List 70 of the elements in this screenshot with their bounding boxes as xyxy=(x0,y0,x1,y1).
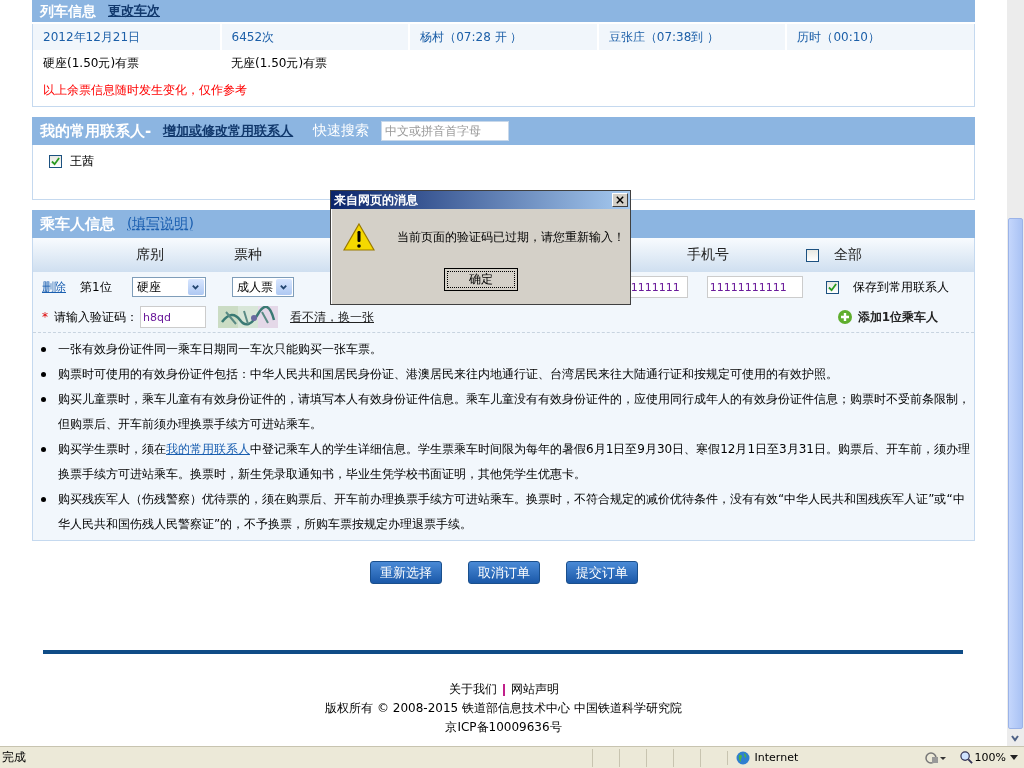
edit-contacts-link[interactable]: 增加或修改常用联系人 xyxy=(163,122,294,140)
seat-select[interactable]: 硬座 xyxy=(131,277,206,297)
warning-icon xyxy=(343,222,375,252)
action-button[interactable]: 提交订单 xyxy=(565,561,638,584)
dialog-title: 来自网页的消息 xyxy=(334,191,418,209)
checkbox[interactable] xyxy=(49,155,62,168)
plus-icon xyxy=(837,310,852,324)
section-title: 列车信息 xyxy=(40,2,96,20)
caret-icon xyxy=(187,279,204,295)
close-icon xyxy=(616,196,624,204)
section-title: 我的常用联系人- xyxy=(40,121,152,141)
change-train-link[interactable]: 更改车次 xyxy=(108,2,160,20)
save-contact-label: 保存到常用联系人 xyxy=(852,278,949,296)
refresh-captcha-link[interactable]: 看不清，换一张 xyxy=(290,308,374,326)
delete-link[interactable]: 删除 xyxy=(42,278,66,296)
copyright-text: 版权所有 © 2008-2015 铁道部信息技术中心 中国铁道科学研究院 xyxy=(325,700,682,717)
footer-link[interactable]: 网站声明 xyxy=(510,680,559,699)
scroll-down-icon[interactable] xyxy=(1010,733,1020,743)
rule-text: 购票时可使用的有效身份证件包括：中华人民共和国居民身份证、港澳居民来往内地通行证、台湾居民来往大陆通行证和按规定可使用的有效护照。 xyxy=(58,366,839,383)
rule-text: 购买儿童票时，乘车儿童有有效身份证件的，请填写本人有效身份证件信息。乘车儿童没有有效身份证件的，应使用同行成年人的有效身份证件信息；购票时不受前条限制，但购票后、开车前须办理换票手续方可进站乘车。 xyxy=(58,391,971,433)
action-button[interactable]: 重新选择 xyxy=(369,561,442,584)
action-button[interactable]: 取消订单 xyxy=(467,561,540,584)
checkbox[interactable] xyxy=(825,280,839,294)
captcha-field[interactable]: h8qd xyxy=(140,306,206,328)
rule-text: 一张有效身份证件同一乘车日期同一车次只能购买一张车票。 xyxy=(58,341,383,358)
rule-text: 购买学生票时，须在我的常用联系人中登记乘车人的学生详细信息。学生票乘车时间限为每年的暑假6月1日至9月30日、寒假12月1日至3月31日。购票后、开车前，须办理换票手续方可进站乘车。换票时，新生凭录取通知书，毕业生凭学校书面证明，其他凭学生优惠卡。 xyxy=(58,441,971,483)
status-text: 完成 xyxy=(1,749,26,766)
globe-icon xyxy=(735,750,750,765)
train-info-cell: 2012年12月21日 xyxy=(33,24,220,50)
bullet-icon xyxy=(41,397,46,402)
seat-availability: 无座(1.50元)有票 xyxy=(230,55,329,72)
passenger-position: 第1位 xyxy=(80,278,112,296)
zoom-control[interactable]: 100% xyxy=(959,751,1006,764)
bullet-icon xyxy=(41,447,46,452)
zone-text: Internet xyxy=(754,751,799,764)
magnifier-icon xyxy=(959,751,973,764)
phone-field[interactable]: 11111111111 xyxy=(706,276,803,298)
caret-icon xyxy=(275,279,292,295)
dropdown-icon[interactable] xyxy=(1010,755,1018,760)
bullet-icon xyxy=(41,497,46,502)
bullet-icon xyxy=(41,372,46,377)
train-info-cell: 杨村（07:28 开 ） xyxy=(410,24,597,50)
search-label: 快速搜索 xyxy=(313,122,370,140)
contacts-link[interactable]: 我的常用联系人 xyxy=(166,442,250,456)
ticket-type-select[interactable]: 成人票 xyxy=(231,277,294,297)
required-mark: * xyxy=(42,310,48,324)
column-header: 手机号 xyxy=(687,246,729,264)
footer-link[interactable]: 关于我们 xyxy=(448,680,497,699)
select-all-label: 全部 xyxy=(834,246,862,264)
scroll-thumb[interactable] xyxy=(1008,218,1023,729)
column-header: 席别 xyxy=(136,246,164,264)
contact-name: 王茜 xyxy=(70,153,94,170)
captcha-label: 请输入验证码： xyxy=(54,308,138,326)
ok-button[interactable]: 确定 xyxy=(443,268,518,291)
train-info-cell: 豆张庄（07:38到 ） xyxy=(598,24,786,50)
section-title: 乘车人信息 xyxy=(40,214,115,234)
add-passenger-button[interactable]: 添加1位乘车人 xyxy=(837,308,938,326)
icp-text: 京ICP备10009636号 xyxy=(445,719,562,736)
column-header: 票种 xyxy=(234,246,262,264)
vertical-scrollbar[interactable] xyxy=(1007,0,1024,746)
search-field[interactable]: 中文或拼音首字母 xyxy=(381,121,510,141)
train-info-cell: 历时（00:10） xyxy=(787,24,974,50)
availability-note: 以上余票信息随时发生变化，仅作参考 xyxy=(42,82,248,99)
dialog-message: 当前页面的验证码已过期，请您重新输入！ xyxy=(397,228,625,246)
checkbox[interactable] xyxy=(806,248,819,262)
train-info-cell: 6452次 xyxy=(221,24,409,50)
rule-text: 购买残疾军人（伤残警察）优待票的，须在购票后、开车前办理换票手续方可进站乘车。换票时，不符合规定的减价优待条件，没有有效“中华人民共和国残疾军人证”或“中华人民共和国伤残人民警察证”的，不予换票，所购车票按规定办理退票手续。 xyxy=(58,491,966,533)
close-button[interactable] xyxy=(612,193,628,207)
seat-availability: 硬座(1.50元)有票 xyxy=(42,55,141,72)
bullet-icon xyxy=(41,347,46,352)
